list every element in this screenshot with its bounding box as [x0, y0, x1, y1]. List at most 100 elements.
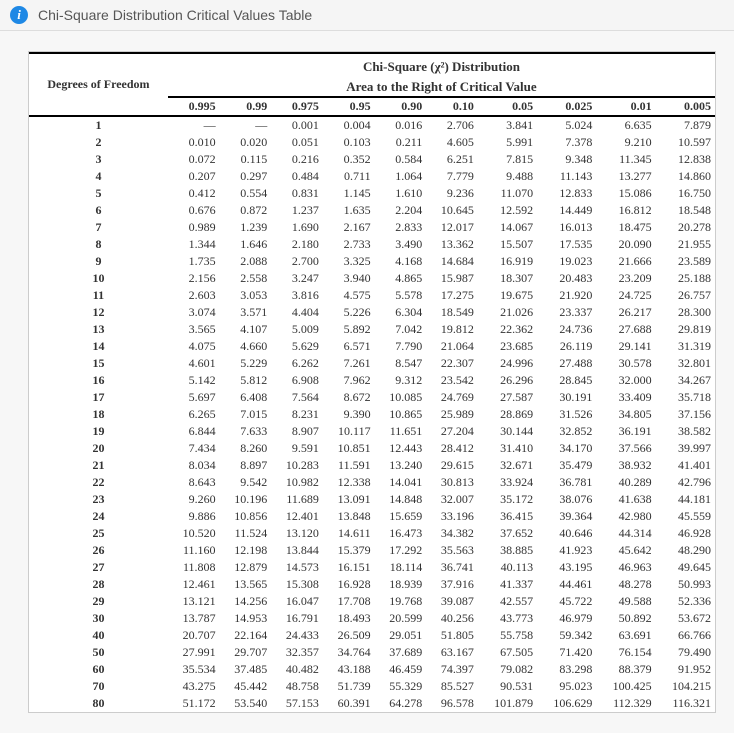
- table-row: 1——0.0010.0040.0162.7063.8415.0246.6357.…: [29, 116, 715, 134]
- value-cell: 45.442: [220, 678, 272, 695]
- value-cell: 13.565: [220, 576, 272, 593]
- value-cell: 13.787: [168, 610, 220, 627]
- value-cell: 15.086: [596, 185, 655, 202]
- value-cell: 8.231: [271, 406, 323, 423]
- alpha-header: 0.10: [426, 97, 478, 116]
- value-cell: 53.672: [656, 610, 715, 627]
- value-cell: 39.997: [656, 440, 715, 457]
- value-cell: 6.908: [271, 372, 323, 389]
- value-cell: 10.520: [168, 525, 220, 542]
- value-cell: —: [168, 116, 220, 134]
- value-cell: 16.151: [323, 559, 375, 576]
- value-cell: 41.923: [537, 542, 596, 559]
- value-cell: 40.482: [271, 661, 323, 678]
- value-cell: 48.758: [271, 678, 323, 695]
- value-cell: 34.805: [596, 406, 655, 423]
- value-cell: 4.601: [168, 355, 220, 372]
- df-cell: 21: [29, 457, 168, 474]
- value-cell: 104.215: [656, 678, 715, 695]
- value-cell: 1.735: [168, 253, 220, 270]
- value-cell: 35.718: [656, 389, 715, 406]
- value-cell: 12.198: [220, 542, 272, 559]
- value-cell: 31.319: [656, 338, 715, 355]
- value-cell: 11.689: [271, 491, 323, 508]
- value-cell: 0.020: [220, 134, 272, 151]
- df-cell: 4: [29, 168, 168, 185]
- value-cell: 18.114: [375, 559, 427, 576]
- value-cell: 37.916: [426, 576, 478, 593]
- value-cell: 6.408: [220, 389, 272, 406]
- value-cell: 100.425: [596, 678, 655, 695]
- value-cell: 10.865: [375, 406, 427, 423]
- value-cell: 28.300: [656, 304, 715, 321]
- value-cell: 6.304: [375, 304, 427, 321]
- value-cell: 12.401: [271, 508, 323, 525]
- df-cell: 30: [29, 610, 168, 627]
- value-cell: 10.196: [220, 491, 272, 508]
- value-cell: 3.053: [220, 287, 272, 304]
- df-cell: 22: [29, 474, 168, 491]
- table-row: 123.0743.5714.4045.2266.30418.54921.0262…: [29, 304, 715, 321]
- value-cell: 7.564: [271, 389, 323, 406]
- value-cell: 14.041: [375, 474, 427, 491]
- page-header: i Chi-Square Distribution Critical Value…: [0, 0, 734, 31]
- value-cell: 37.156: [656, 406, 715, 423]
- value-cell: 63.691: [596, 627, 655, 644]
- value-cell: 9.886: [168, 508, 220, 525]
- value-cell: 30.144: [478, 423, 537, 440]
- value-cell: 19.675: [478, 287, 537, 304]
- value-cell: 42.796: [656, 474, 715, 491]
- value-cell: 18.475: [596, 219, 655, 236]
- value-cell: 35.172: [478, 491, 537, 508]
- value-cell: 20.278: [656, 219, 715, 236]
- table-row: 112.6033.0533.8164.5755.57817.27519.6752…: [29, 287, 715, 304]
- value-cell: 22.164: [220, 627, 272, 644]
- value-cell: 13.362: [426, 236, 478, 253]
- table-row: 102.1562.5583.2473.9404.86515.98718.3072…: [29, 270, 715, 287]
- value-cell: 42.980: [596, 508, 655, 525]
- value-cell: 9.390: [323, 406, 375, 423]
- value-cell: 1.690: [271, 219, 323, 236]
- value-cell: 2.180: [271, 236, 323, 253]
- df-cell: 27: [29, 559, 168, 576]
- df-cell: 16: [29, 372, 168, 389]
- df-cell: 18: [29, 406, 168, 423]
- value-cell: 44.181: [656, 491, 715, 508]
- table-row: 4020.70722.16424.43326.50929.05151.80555…: [29, 627, 715, 644]
- value-cell: 3.841: [478, 116, 537, 134]
- value-cell: 22.362: [478, 321, 537, 338]
- value-cell: 21.955: [656, 236, 715, 253]
- value-cell: 10.851: [323, 440, 375, 457]
- value-cell: 12.461: [168, 576, 220, 593]
- value-cell: 14.953: [220, 610, 272, 627]
- value-cell: 10.982: [271, 474, 323, 491]
- value-cell: 17.535: [537, 236, 596, 253]
- value-cell: 32.801: [656, 355, 715, 372]
- value-cell: 3.325: [323, 253, 375, 270]
- df-cell: 70: [29, 678, 168, 695]
- value-cell: 23.337: [537, 304, 596, 321]
- df-cell: 26: [29, 542, 168, 559]
- value-cell: 15.659: [375, 508, 427, 525]
- table-row: 186.2657.0158.2319.39010.86525.98928.869…: [29, 406, 715, 423]
- value-cell: 15.379: [323, 542, 375, 559]
- value-cell: 55.758: [478, 627, 537, 644]
- value-cell: 53.540: [220, 695, 272, 712]
- value-cell: 37.566: [596, 440, 655, 457]
- value-cell: 2.700: [271, 253, 323, 270]
- table-row: 2812.46113.56515.30816.92818.93937.91641…: [29, 576, 715, 593]
- value-cell: 6.571: [323, 338, 375, 355]
- value-cell: 5.229: [220, 355, 272, 372]
- df-cell: 2: [29, 134, 168, 151]
- value-cell: 3.074: [168, 304, 220, 321]
- value-cell: 79.490: [656, 644, 715, 661]
- value-cell: 31.526: [537, 406, 596, 423]
- value-cell: 7.790: [375, 338, 427, 355]
- value-cell: 4.660: [220, 338, 272, 355]
- table-row: 133.5654.1075.0095.8927.04219.81222.3622…: [29, 321, 715, 338]
- value-cell: 15.987: [426, 270, 478, 287]
- value-cell: 0.115: [220, 151, 272, 168]
- value-cell: 85.527: [426, 678, 478, 695]
- value-cell: 95.023: [537, 678, 596, 695]
- value-cell: 90.531: [478, 678, 537, 695]
